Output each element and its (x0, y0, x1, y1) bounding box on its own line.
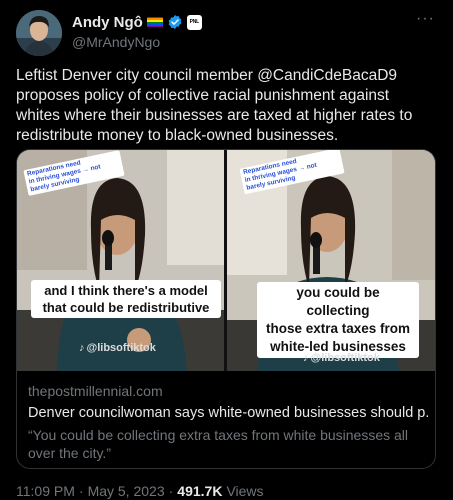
video-frame-right[interactable]: Reparations need in thriving wages → not… (227, 150, 435, 371)
display-name[interactable]: Andy Ngô (72, 14, 143, 31)
tiktok-icon: ♪ (79, 342, 85, 354)
link-card-domain: thepostmillennial.com (28, 383, 163, 399)
views-label: Views (226, 483, 264, 499)
link-card-title: Denver councilwoman says white-owned bus… (28, 405, 428, 421)
media-container[interactable]: Reparations need in thriving wages → not… (16, 149, 436, 371)
author-name-row: Andy Ngô PNL (72, 12, 202, 32)
avatar[interactable] (16, 10, 62, 56)
watermark-text: @libsoftiktok (310, 352, 380, 364)
more-options-icon[interactable]: ··· (416, 11, 435, 27)
video-caption: you could be collecting those extra taxe… (257, 282, 419, 358)
author-handle[interactable]: @MrAndyNgo (72, 34, 160, 50)
tiktok-icon: ♪ (303, 352, 309, 364)
link-card-description: “You could be collecting extra taxes fro… (28, 427, 409, 461)
meta-separator: · (168, 483, 174, 499)
video-caption: and I think there's a model that could b… (31, 280, 221, 318)
views-count[interactable]: 491.7K (177, 483, 222, 499)
meta-separator: · (78, 483, 84, 499)
avatar-image (16, 10, 62, 56)
video-frame-left[interactable]: Reparations need in thriving wages → not… (17, 150, 224, 371)
post-time[interactable]: 11:09 PM (16, 483, 75, 499)
rainbow-flag-icon (146, 16, 163, 28)
affiliation-badge-icon[interactable]: PNL (186, 14, 202, 30)
watermark: ♪ @libsoftiktok (303, 352, 380, 364)
tweet: Andy Ngô PNL @MrAndyNgo ··· Leftist Denv… (0, 0, 453, 500)
post-date[interactable]: May 5, 2023 (88, 483, 165, 499)
link-card[interactable]: thepostmillennial.com Denver councilwoma… (16, 371, 436, 469)
watermark-text: @libsoftiktok (86, 342, 156, 354)
tweet-meta: 11:09 PM · May 5, 2023 · 491.7K Views (16, 483, 264, 499)
tweet-text: Leftist Denver city council member @Cand… (16, 67, 413, 144)
watermark: ♪ @libsoftiktok (79, 342, 156, 354)
verified-badge-icon[interactable] (167, 14, 183, 30)
